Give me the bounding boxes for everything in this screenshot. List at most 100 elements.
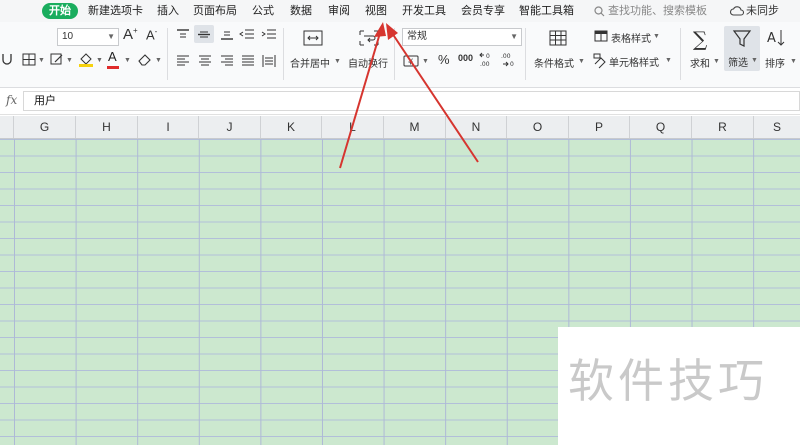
border-icon[interactable] — [22, 53, 36, 66]
percent-button[interactable]: % — [438, 52, 450, 67]
chevron-down-icon[interactable]: ▼ — [155, 57, 162, 64]
filter-label: 筛选 — [728, 58, 748, 69]
column-header-h[interactable]: H — [76, 116, 138, 138]
decrease-decimal-icon[interactable]: .000 — [500, 51, 516, 68]
search-icon — [594, 6, 605, 17]
cloud-icon — [730, 6, 745, 16]
tab-formulas[interactable]: 公式 — [252, 4, 274, 18]
sort-label[interactable]: 排序 — [765, 55, 785, 70]
font-size-select[interactable]: 10 ▼ — [57, 28, 119, 46]
grow-font-button[interactable]: A+ — [123, 26, 138, 43]
column-header-n[interactable]: N — [446, 116, 507, 138]
merge-center-label[interactable]: 合并居中 — [290, 55, 330, 70]
watermark: 软件技巧 — [558, 327, 800, 445]
column-header-p[interactable]: P — [569, 116, 630, 138]
chevron-down-icon: ▼ — [751, 57, 758, 64]
column-header-m[interactable]: M — [384, 116, 446, 138]
table-style-label[interactable]: 表格样式 — [611, 30, 651, 45]
increase-decimal-icon[interactable]: 0.00 — [479, 51, 495, 68]
decrease-icon: - — [154, 27, 158, 36]
cell-format-icon[interactable] — [50, 53, 64, 66]
formula-input[interactable]: 用户 — [23, 91, 800, 111]
wrap-text-label[interactable]: 自动换行 — [348, 55, 388, 70]
tab-insert[interactable]: 插入 — [157, 4, 179, 18]
column-header-j[interactable]: J — [199, 116, 261, 138]
tab-new-tab[interactable]: 新建选项卡 — [88, 4, 143, 18]
column-header-g[interactable]: G — [14, 116, 76, 138]
tab-review[interactable]: 审阅 — [328, 4, 350, 18]
align-middle-icon — [198, 31, 210, 38]
font-color-glyph: A — [108, 49, 117, 64]
sum-label[interactable]: 求和 — [690, 55, 710, 70]
ribbon-toolbar: 10 ▼ A+ A- ▼ ▼ ▼ A ▼ ▼ 合并居中 ▼ 自动换行 常规 ▼ … — [0, 22, 800, 88]
tab-data[interactable]: 数据 — [290, 4, 312, 18]
sum-icon[interactable]: ∑ — [693, 27, 707, 51]
tab-view[interactable]: 视图 — [365, 4, 387, 18]
column-header-q[interactable]: Q — [630, 116, 692, 138]
chevron-down-icon[interactable]: ▼ — [713, 58, 720, 65]
chevron-down-icon[interactable]: ▼ — [653, 33, 660, 40]
align-middle-button[interactable] — [194, 25, 214, 43]
chevron-down-icon[interactable]: ▼ — [96, 57, 103, 64]
column-header-partial[interactable] — [0, 116, 14, 138]
formula-bar: fx 用户 — [0, 88, 800, 115]
chevron-down-icon[interactable]: ▼ — [66, 57, 73, 64]
conditional-format-icon[interactable] — [549, 30, 567, 46]
conditional-format-label[interactable]: 条件格式 — [534, 55, 574, 70]
chevron-down-icon[interactable]: ▼ — [665, 57, 672, 64]
tab-smart-toolbox[interactable]: 智能工具箱 — [519, 4, 574, 18]
currency-icon[interactable]: ¥ — [403, 54, 419, 68]
column-header-o[interactable]: O — [507, 116, 569, 138]
justify-icon[interactable] — [242, 55, 254, 66]
table-style-icon[interactable] — [594, 30, 608, 42]
number-format-select[interactable]: 常规 ▼ — [402, 28, 522, 46]
svg-text:0: 0 — [486, 53, 490, 60]
wrap-text-icon[interactable] — [359, 30, 379, 46]
thousands-separator-button[interactable]: 000 — [458, 53, 473, 63]
sort-icon[interactable]: A — [767, 29, 787, 47]
chevron-down-icon[interactable]: ▼ — [422, 58, 429, 65]
font-color-button[interactable]: A — [108, 49, 117, 64]
eraser-icon[interactable] — [137, 53, 152, 66]
search-placeholder: 查找功能、搜索模板 — [608, 5, 707, 17]
column-header-s[interactable]: S — [754, 116, 800, 138]
align-right-icon[interactable] — [221, 55, 233, 66]
chevron-down-icon[interactable]: ▼ — [38, 57, 45, 64]
svg-text:0: 0 — [510, 61, 514, 68]
tab-member[interactable]: 会员专享 — [461, 4, 505, 18]
filter-icon — [732, 30, 752, 47]
underline-icon[interactable] — [1, 53, 13, 67]
tab-home[interactable]: 开始 — [42, 3, 78, 19]
align-top-icon[interactable] — [177, 29, 189, 40]
column-header-r[interactable]: R — [692, 116, 754, 138]
column-header-k[interactable]: K — [261, 116, 322, 138]
filter-button[interactable]: 筛选 ▼ — [724, 26, 760, 71]
font-size-value: 10 — [62, 31, 74, 42]
watermark-text: 软件技巧 — [568, 355, 768, 407]
shrink-font-button[interactable]: A- — [146, 27, 157, 42]
chevron-down-icon: ▼ — [510, 32, 518, 41]
chevron-down-icon[interactable]: ▼ — [124, 57, 131, 64]
tab-page-layout[interactable]: 页面布局 — [193, 4, 237, 18]
shrink-font-glyph: A — [146, 27, 155, 43]
fill-color-icon[interactable] — [78, 52, 94, 67]
increase-indent-icon[interactable] — [261, 29, 276, 40]
chevron-down-icon[interactable]: ▼ — [578, 58, 585, 65]
cell-style-icon[interactable] — [593, 53, 607, 69]
align-bottom-icon[interactable] — [221, 29, 233, 40]
function-icon[interactable]: fx — [6, 93, 17, 107]
align-center-icon[interactable] — [199, 55, 211, 66]
grow-font-glyph: A — [123, 26, 134, 43]
tab-developer[interactable]: 开发工具 — [402, 4, 446, 18]
align-left-icon[interactable] — [177, 55, 189, 66]
column-header-l[interactable]: L — [322, 116, 384, 138]
merge-center-icon[interactable] — [303, 30, 323, 46]
cell-style-label[interactable]: 单元格样式 — [609, 54, 659, 69]
decrease-indent-icon[interactable] — [239, 29, 254, 40]
distributed-align-icon[interactable] — [262, 55, 276, 67]
column-header-row: G H I J K L M N O P Q R S — [0, 116, 800, 139]
chevron-down-icon[interactable]: ▼ — [790, 58, 797, 65]
svg-text:.00: .00 — [501, 53, 511, 60]
column-header-i[interactable]: I — [138, 116, 199, 138]
chevron-down-icon[interactable]: ▼ — [334, 58, 341, 65]
